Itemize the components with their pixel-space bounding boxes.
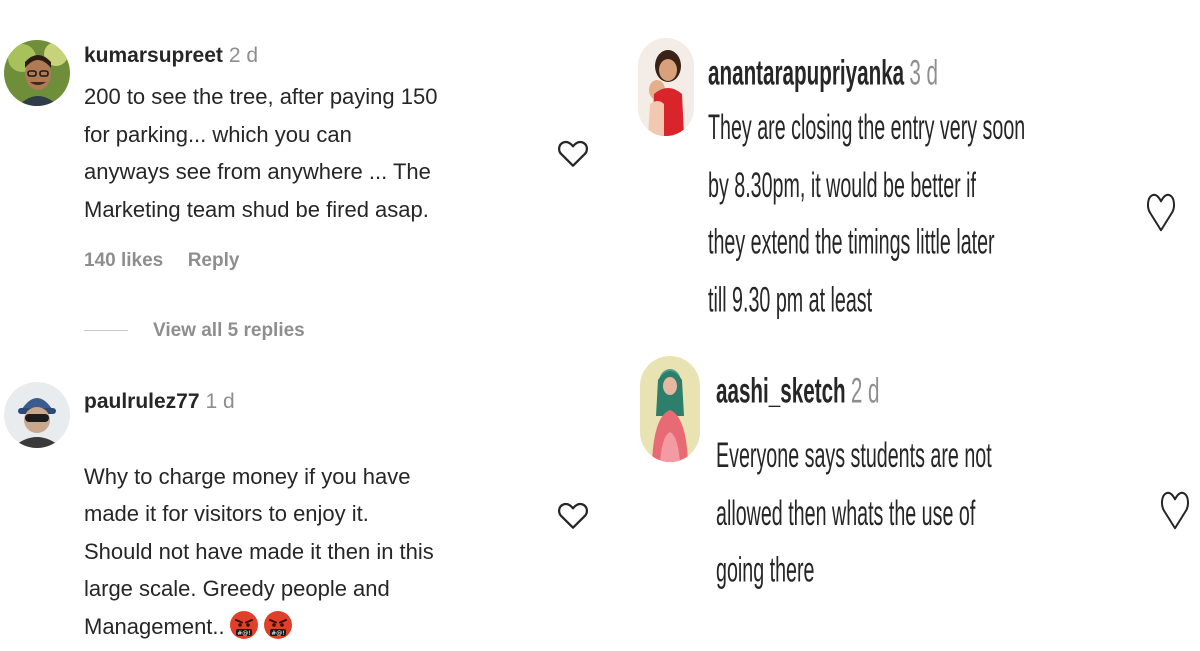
timestamp[interactable]: 2 d xyxy=(229,44,258,67)
svg-text:#@!: #@! xyxy=(237,630,250,637)
avatar[interactable] xyxy=(640,356,700,462)
angry-swearing-face-icon: #@! xyxy=(263,610,293,640)
comment-text: 200 to see the tree, after paying 150 fo… xyxy=(84,84,438,222)
username[interactable]: aashi_sketch xyxy=(716,372,846,411)
comment-text-content: Why to charge money if you have made it … xyxy=(84,463,434,639)
comment-text: Everyone says students are not allowed t… xyxy=(716,436,992,591)
timestamp[interactable]: 2 d xyxy=(851,372,880,411)
comment-header: aashi_sketch 2 d xyxy=(716,372,880,413)
replies-divider xyxy=(84,330,128,331)
comment-header: anantarapupriyanka 3 d xyxy=(708,54,938,95)
heart-outline-icon[interactable] xyxy=(1146,190,1176,239)
svg-text:#@!: #@! xyxy=(271,630,284,637)
comment-header: kumarsupreet 2 d xyxy=(84,44,258,68)
heart-outline-icon[interactable] xyxy=(557,138,589,173)
angry-swearing-face-icon: #@! xyxy=(229,610,259,640)
timestamp[interactable]: 1 d xyxy=(206,390,235,413)
username[interactable]: anantarapupriyanka xyxy=(708,54,904,93)
likes-count[interactable]: 140 likes xyxy=(84,250,163,271)
reply-button[interactable]: Reply xyxy=(188,250,240,271)
avatar[interactable] xyxy=(638,38,694,136)
username[interactable]: paulrulez77 xyxy=(84,390,200,413)
view-replies-button[interactable]: View all 5 replies xyxy=(153,320,305,342)
timestamp[interactable]: 3 d xyxy=(909,54,938,93)
comment-header: paulrulez77 1 d xyxy=(84,390,235,414)
username[interactable]: kumarsupreet xyxy=(84,44,223,67)
comment-text: They are closing the entry very soon by … xyxy=(708,108,1026,320)
comment-text: Why to charge money if you have made it … xyxy=(84,420,554,645)
heart-outline-icon[interactable] xyxy=(1160,488,1190,537)
comment-actions: 140 likes Reply xyxy=(84,250,239,272)
avatar[interactable] xyxy=(4,382,70,448)
avatar[interactable] xyxy=(4,40,70,106)
heart-outline-icon[interactable] xyxy=(557,500,589,535)
